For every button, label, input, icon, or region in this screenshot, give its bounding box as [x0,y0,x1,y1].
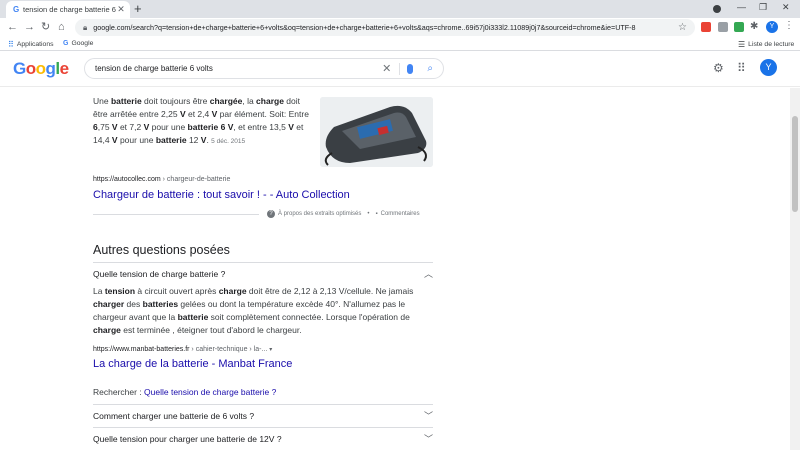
paa-question-text: Comment charger une batterie de 6 volts … [93,410,255,421]
account-avatar[interactable]: Y [760,59,777,76]
browser-menu-icon[interactable]: ⋮ [784,20,794,31]
search-input[interactable] [95,64,383,73]
google-favicon-icon: G [13,5,20,14]
recording-indicator-icon [713,5,721,13]
logo-letter: o [35,59,46,78]
source-path: › chargeur-de-batterie [160,176,231,183]
apps-grid-icon: ⠿ [8,40,14,49]
reading-list-icon: ☰ [738,40,746,49]
home-icon[interactable]: ⌂ [58,20,65,34]
caret-down-icon[interactable]: ▾ [269,347,272,353]
tab-title: tension de charge batterie 6 volts [23,5,116,14]
paa-answer-text: La tension à circuit ouvert après charge… [93,286,414,335]
extension-2-icon[interactable] [718,22,728,32]
search-suggestion: Rechercher : Quelle tension de charge ba… [93,387,276,397]
extension-3-icon[interactable] [734,22,744,32]
clear-icon[interactable]: ✕ [382,62,391,75]
window-close-icon[interactable]: ✕ [782,2,790,13]
results-area: Une batterie doit toujours être chargée,… [0,88,790,450]
source-domain: https://www.manbat-batteries.fr [93,346,190,353]
source-domain: https://autocollec.com [93,176,161,183]
logo-letter: o [25,59,36,78]
bookmark-label: Applications [16,41,54,48]
snippet-date: 5 déc. 2015 [211,138,246,145]
paa-heading: Autres questions posées [93,243,230,257]
new-tab-button[interactable]: + [134,2,142,16]
google-header: Google ✕ ⌕ ⚙ ⠿ Y [0,51,800,87]
search-suggestion-link[interactable]: Quelle tension de charge batterie ? [144,387,276,397]
paa-question-2[interactable]: Comment charger une batterie de 6 volts … [93,404,433,426]
url-text: google.com/search?q=tension+de+charge+ba… [93,23,636,32]
logo-letter: G [13,59,26,78]
forward-icon[interactable]: → [24,20,35,34]
reload-icon[interactable]: ↻ [41,20,50,34]
search-divider [399,62,401,75]
google-favicon-icon: G [63,40,69,47]
chevron-up-icon: ︿ [423,269,433,279]
scrollbar-thumb[interactable] [792,116,798,212]
address-bar[interactable]: 🔒︎ google.com/search?q=tension+de+charge… [75,19,695,36]
reading-list-button[interactable]: ☰ Liste de lecture [738,40,794,49]
search-icon[interactable]: ⌕ [427,63,433,74]
gear-icon[interactable]: ⚙ [713,61,724,75]
featured-source-url: https://autocollec.com › chargeur-de-bat… [93,176,230,183]
paa-question-3[interactable]: Quelle tension pour charger une batterie… [93,427,433,449]
snippet-footer: ? À propos des extraits optimisés • ▪ Co… [93,208,433,220]
back-icon[interactable]: ← [7,20,18,34]
bookmark-label: Google [71,40,94,47]
mic-icon[interactable] [407,63,414,74]
featured-snippet-text: Une batterie doit toujours être chargée,… [93,96,309,145]
logo-letter: e [59,59,69,78]
featured-result-link[interactable]: Chargeur de batterie : tout savoir ! - -… [93,189,350,201]
battery-charger-image[interactable] [320,97,433,167]
bookmark-google[interactable]: G Google [63,40,93,47]
about-snippets-link[interactable]: À propos des extraits optimisés [278,211,361,217]
maximize-icon[interactable]: ❐ [759,2,767,13]
feedback-icon: ▪ [375,211,378,217]
feedback-link[interactable]: Commentaires [381,211,420,217]
paa-question-text: Quelle tension pour charger une batterie… [93,433,282,444]
lock-icon: 🔒︎ [83,22,88,32]
page-scrollbar[interactable] [790,88,800,450]
extensions-puzzle-icon[interactable]: ✱ [750,20,758,34]
tab-close-icon[interactable]: ✕ [116,4,126,15]
search-suggestion-prefix: Rechercher : [93,387,145,397]
source-path: › cahier-technique › la-... [189,346,268,353]
browser-tab[interactable]: G tension de charge batterie 6 volts ✕ [6,1,130,18]
search-box[interactable]: ✕ ⌕ [84,58,444,79]
help-icon: ? [267,210,275,218]
bookmarks-bar: ⠿ Applications G Google ☰ Liste de lectu… [0,37,800,51]
browser-toolbar: ← → ↻ ⌂ 🔒︎ google.com/search?q=tension+d… [0,18,800,37]
dot-separator: • [367,211,370,217]
paa-source-url: https://www.manbat-batteries.fr › cahier… [93,346,272,353]
chevron-down-icon: ﹀ [423,411,433,421]
extension-1-icon[interactable] [701,22,711,32]
star-icon[interactable]: ☆ [678,22,687,33]
paa-result-link[interactable]: La charge de la batterie - Manbat France [93,358,292,370]
paa-question-1[interactable]: Quelle tension de charge batterie ? ︿ [93,262,433,284]
google-logo[interactable]: Google [13,59,69,79]
reading-list-label: Liste de lecture [748,41,795,48]
apps-grid-icon[interactable]: ⠿ [737,61,746,75]
divider-line [93,213,259,215]
browser-profile-avatar[interactable]: Y [766,21,778,33]
paa-question-text: Quelle tension de charge batterie ? [93,268,226,279]
minimize-icon[interactable]: — [737,2,746,12]
tab-strip: G tension de charge batterie 6 volts ✕ +… [0,0,800,18]
bookmark-applications[interactable]: ⠿ Applications [8,40,54,49]
logo-letter: g [45,59,56,78]
chevron-down-icon: ﹀ [423,434,433,444]
